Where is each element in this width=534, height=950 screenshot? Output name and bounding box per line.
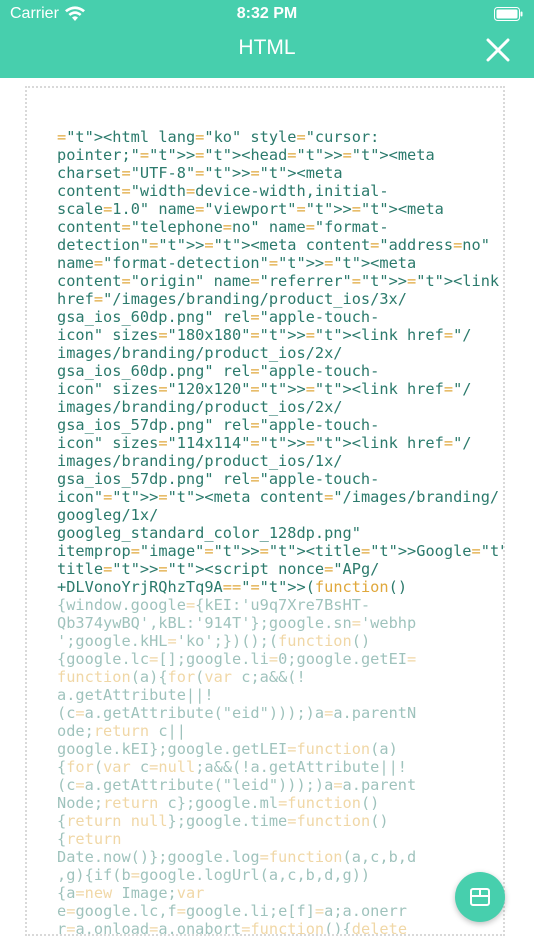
code-line: google.kEI};google.getLEI=function(a) <box>57 740 398 758</box>
code-line: function(a){for(var c;a&&(! <box>57 668 306 686</box>
code-line: content="telephone=no" name="format- <box>57 218 389 236</box>
code-line: Qb374ywBQ',kBL:'914T'};google.sn='webhp <box>57 614 417 632</box>
code-line: icon"="t">>="t"><meta content="/images/b… <box>57 488 500 506</box>
page-title: HTML <box>238 36 296 59</box>
code-line: {return <box>57 830 122 848</box>
close-icon[interactable] <box>484 36 512 64</box>
code-line: (c=a.getAttribute("leid")));)a=a.parent <box>57 776 417 794</box>
box-icon <box>470 888 490 906</box>
code-line: icon" sizes="180x180"="t">>="t"><link hr… <box>57 326 472 344</box>
clock-time: 8:32 PM <box>236 5 298 22</box>
html-source-view[interactable]: ="t"><html lang="ko" style="cursor: point… <box>25 86 505 936</box>
code-line: r=a.onload=a.onabort=function(){delete <box>57 920 408 936</box>
code-line: {google.lc=[];google.li=0;google.getEI= <box>57 650 417 668</box>
code-line: Date.now()};google.log=function(a,c,b,d <box>57 848 417 866</box>
code-line: ';google.kHL='ko';})();(function() <box>57 632 371 650</box>
code-line: ,g){if(b=google.logUrl(a,c,b,d,g)) <box>57 866 371 884</box>
code-line: content="origin" name="referrer"="t">>="… <box>57 272 500 290</box>
box-button[interactable] <box>455 872 505 922</box>
code-line: a.getAttribute||! <box>57 686 214 704</box>
battery-icon <box>494 7 523 21</box>
code-line: icon" sizes="120x120"="t">>="t"><link hr… <box>57 380 472 398</box>
code-line: (c=a.getAttribute("eid")));)a=a.parentN <box>57 704 417 722</box>
code-line: images/branding/product_ios/1x/ <box>57 452 343 470</box>
code-line: {a=new Image;var <box>57 884 205 902</box>
code-line: title="t">>="t"><script nonce="APg/ <box>57 560 380 578</box>
code-line: gsa_ios_60dp.png" rel="apple-touch- <box>57 308 380 326</box>
code-line: +DLVonoYrjRQhzTq9A=="="t">>(function() <box>57 578 408 596</box>
code-line: gsa_ios_57dp.png" rel="apple-touch- <box>57 470 380 488</box>
code-line: detection"="t">>="t"><meta content="addr… <box>57 236 490 254</box>
navigation-header: Carrier 8:32 PM HTML <box>0 0 534 78</box>
code-line: href="/images/branding/product_ios/3x/ <box>57 290 407 308</box>
code-line: {window.google={kEI:'u9q7Xre7BsHT- <box>57 596 371 614</box>
code-line: {for(var c=null;a&&(!a.getAttribute||! <box>57 758 408 776</box>
code-line: pointer;"="t">>="t"><head="t">>="t"><met… <box>57 146 435 164</box>
code-line: googleg_standard_color_128dp.png" <box>57 524 361 542</box>
code-line: icon" sizes="114x114"="t">>="t"><link hr… <box>57 434 472 452</box>
code-line: ode;return c|| <box>57 722 186 740</box>
code-line: itemprop="image"="t">>="t"><title="t">>G… <box>57 542 503 560</box>
code-line: e=google.lc,f=google.li;e[f]=a;a.onerr <box>57 902 408 920</box>
code-line: gsa_ios_60dp.png" rel="apple-touch- <box>57 362 380 380</box>
code-line: {return null};google.time=function() <box>57 812 389 830</box>
code-line: images/branding/product_ios/2x/ <box>57 398 343 416</box>
code-line: charset="UTF-8"="t">>="t"><meta <box>57 164 343 182</box>
code-line: images/branding/product_ios/2x/ <box>57 344 343 362</box>
code-line: googleg/1x/ <box>57 506 159 524</box>
code-line: scale=1.0" name="viewport"="t">>="t"><me… <box>57 200 444 218</box>
code-line: Node;return c};google.ml=function() <box>57 794 380 812</box>
code-line: gsa_ios_57dp.png" rel="apple-touch- <box>57 416 380 434</box>
code-line: ="t"><html lang="ko" style="cursor: <box>57 128 380 146</box>
source-code: ="t"><html lang="ko" style="cursor: point… <box>57 128 503 936</box>
status-bar: Carrier 8:32 PM <box>0 0 534 30</box>
code-line: name="format-detection"="t">>="t"><meta <box>57 254 417 272</box>
code-line: content="width=device-width,initial- <box>57 182 389 200</box>
